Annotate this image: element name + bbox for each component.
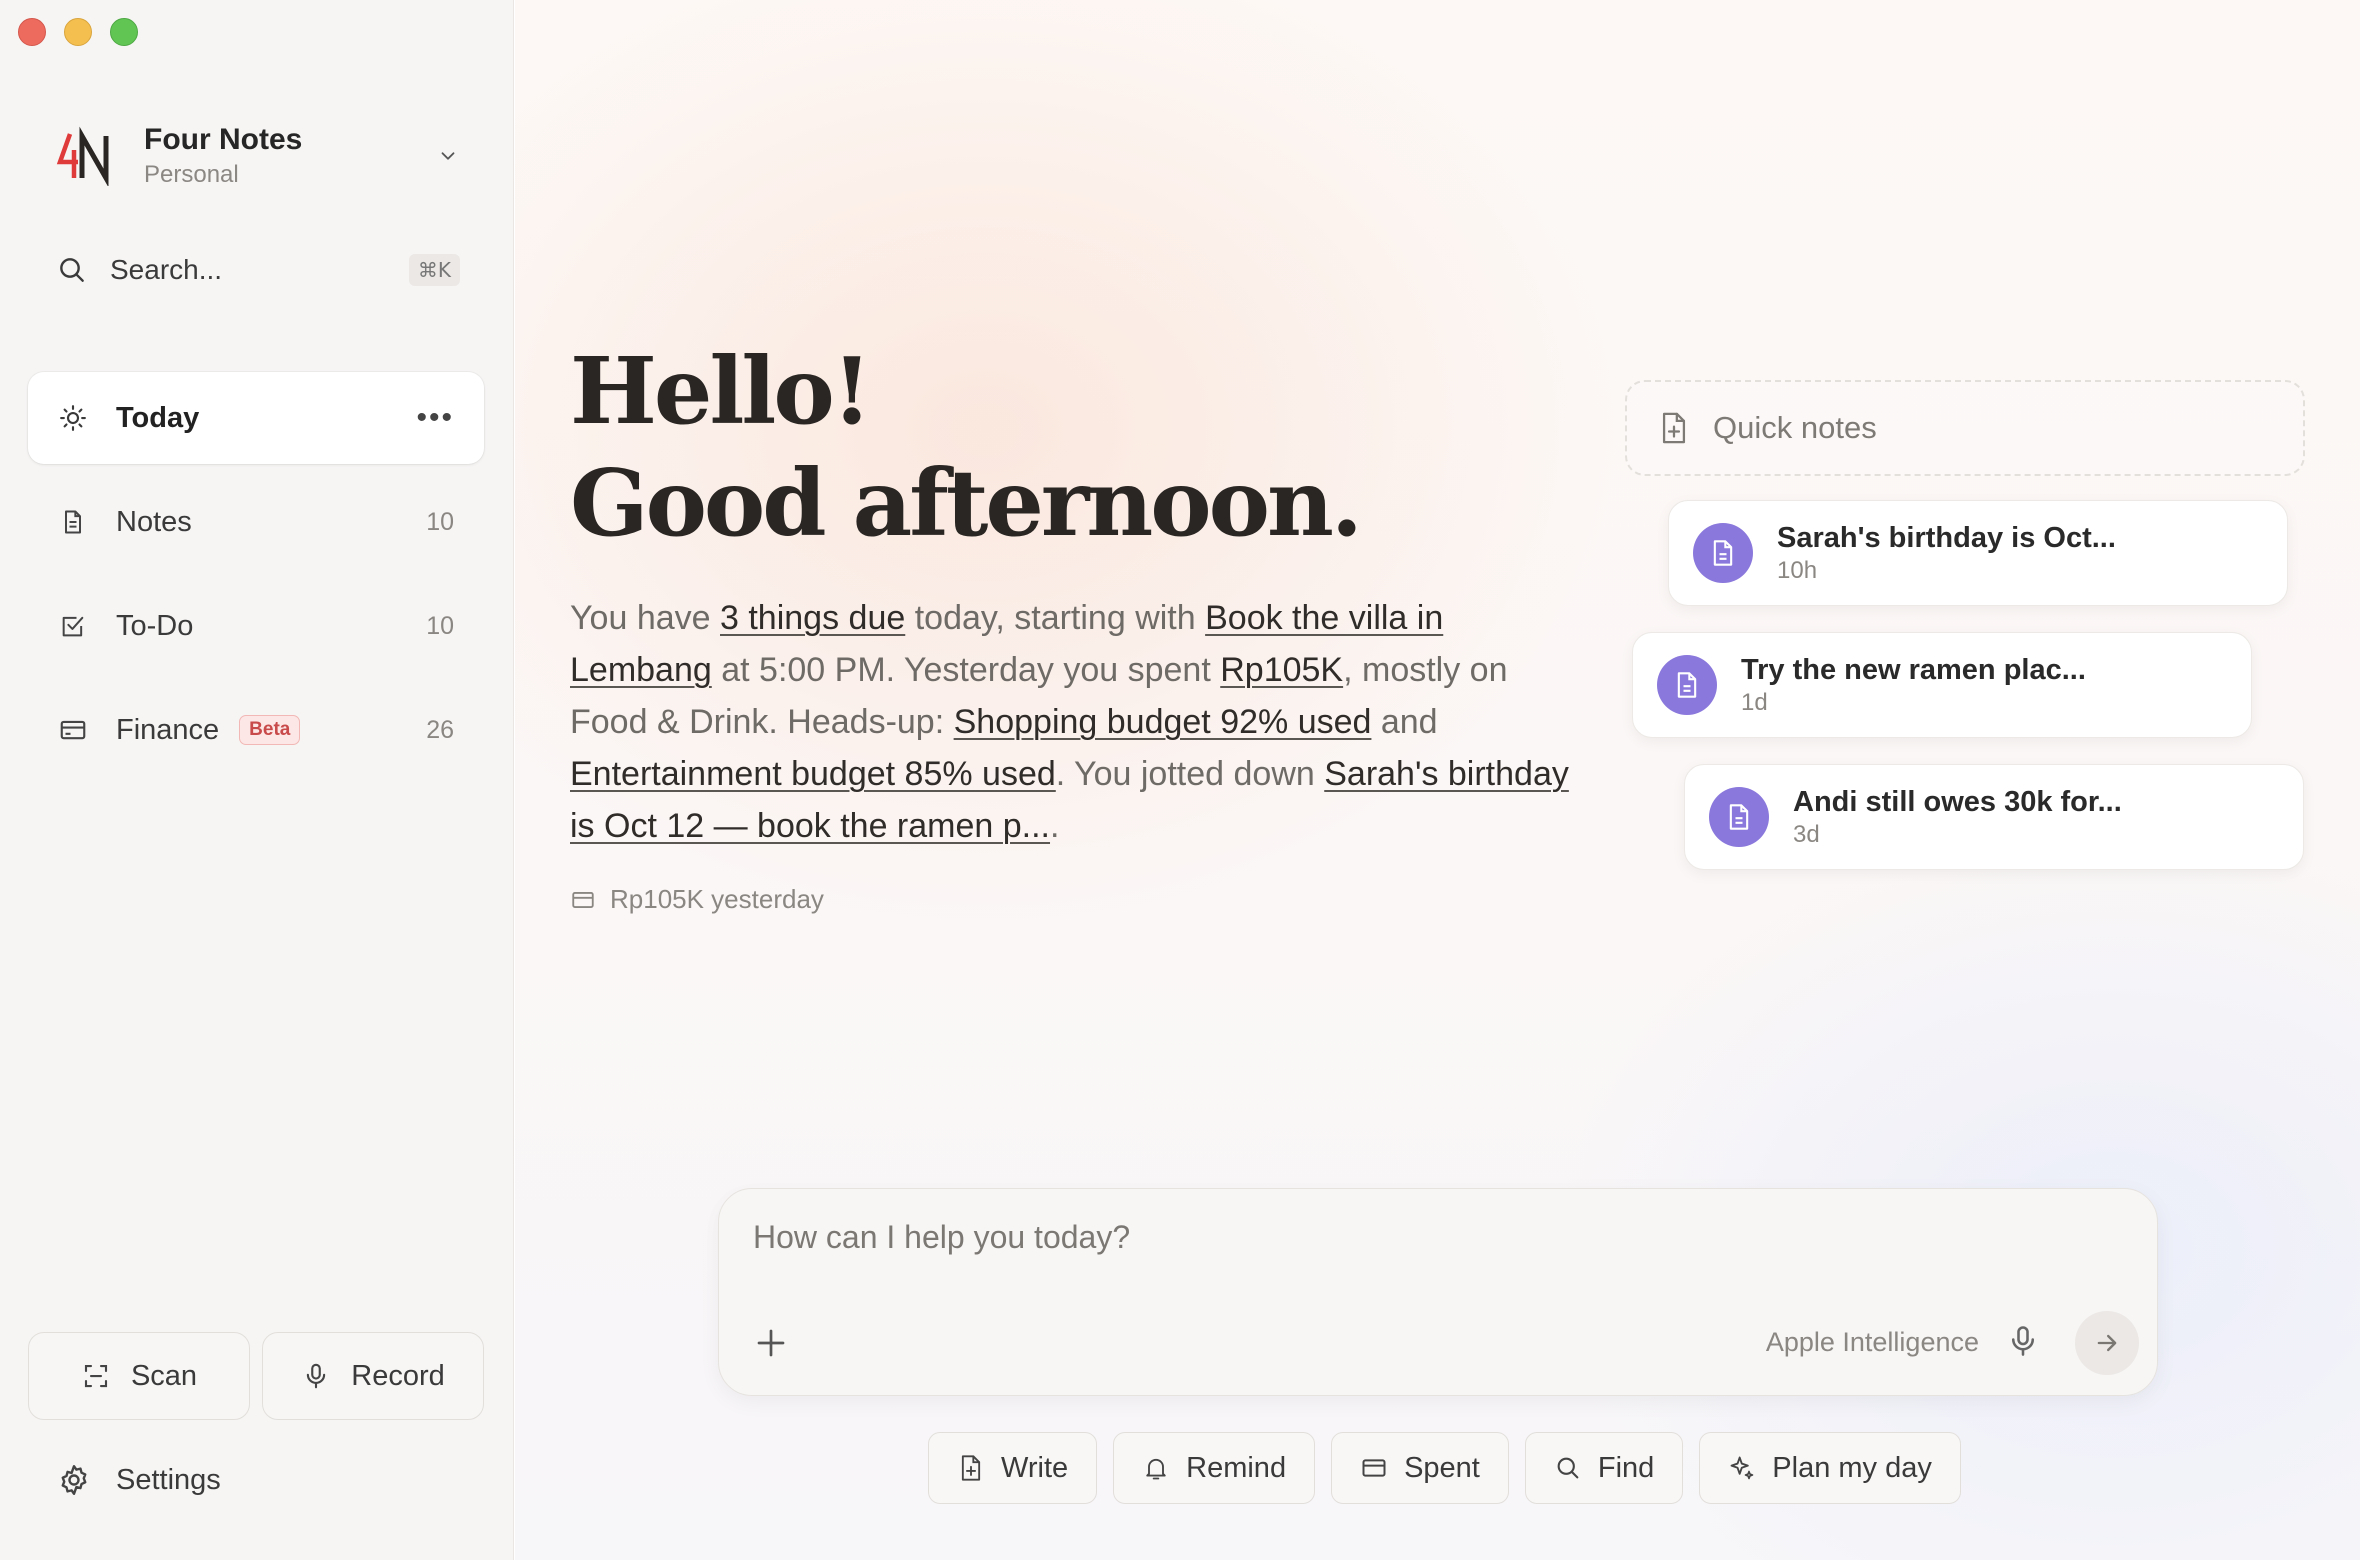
quick-note-card[interactable]: Sarah's birthday is Oct... 10h <box>1668 500 2288 606</box>
composer-input[interactable]: How can I help you today? <box>753 1219 1130 1256</box>
app-logo <box>56 126 116 188</box>
more-options-icon[interactable]: ••• <box>416 403 454 433</box>
note-age: 3d <box>1793 821 1820 848</box>
note-document-icon <box>1709 787 1769 847</box>
bell-icon <box>1146 1458 1166 1480</box>
scan-icon <box>84 1364 107 1388</box>
gear-icon <box>61 1465 87 1495</box>
sidebar-item-label: Finance <box>116 713 220 746</box>
quick-note-card[interactable]: Try the new ramen plac... 1d <box>1632 632 2252 738</box>
chip-label: Plan my day <box>1772 1451 1932 1484</box>
microphone-icon[interactable] <box>2005 1323 2041 1359</box>
quick-notes-button[interactable]: Quick notes <box>1625 380 2305 476</box>
card-icon <box>1362 1459 1386 1477</box>
chevron-down-icon[interactable] <box>430 138 466 174</box>
remind-chip[interactable]: Remind <box>1113 1432 1316 1504</box>
find-chip[interactable]: Find <box>1524 1432 1684 1504</box>
beta-badge: Beta <box>239 715 301 745</box>
note-document-icon <box>1693 523 1753 583</box>
greeting-line-1: Hello! <box>570 337 872 445</box>
workspace-name: Four Notes <box>144 123 303 156</box>
summary-text: You have <box>570 599 720 637</box>
note-title: Sarah's birthday is Oct... <box>1777 522 2116 554</box>
scan-label: Scan <box>130 1359 198 1392</box>
new-note-icon <box>961 1455 981 1481</box>
note-title: Try the new ramen plac... <box>1741 654 2086 686</box>
chip-label: Spent <box>1404 1451 1480 1484</box>
chip-label: Write <box>1001 1451 1069 1484</box>
link-entertainment-budget[interactable]: Entertainment budget 85% used <box>570 755 1056 793</box>
note-document-icon <box>1657 655 1717 715</box>
settings-label: Settings <box>116 1463 221 1496</box>
sidebar: Four Notes Personal Search... ⌘K Today •… <box>0 0 514 1560</box>
summary-text: and <box>1371 703 1438 741</box>
checkbox-icon <box>56 609 90 643</box>
link-things-due[interactable]: 3 things due <box>720 599 905 637</box>
link-shopping-budget[interactable]: Shopping budget 92% used <box>954 703 1372 741</box>
scan-button[interactable]: Scan <box>28 1332 250 1420</box>
zoom-window-button[interactable] <box>110 18 138 46</box>
plan-my-day-chip[interactable]: Plan my day <box>1699 1432 1961 1504</box>
search-shortcut: ⌘K <box>408 254 460 286</box>
write-chip[interactable]: Write <box>928 1432 1098 1504</box>
card-icon <box>572 891 594 908</box>
sidebar-item-notes[interactable]: Notes 10 <box>28 476 484 568</box>
quick-note-card[interactable]: Andi still owes 30k for... 3d <box>1684 764 2304 870</box>
sidebar-item-finance[interactable]: Finance Beta 26 <box>28 684 484 776</box>
link-spent-amount[interactable]: Rp105K <box>1220 651 1343 689</box>
notes-count: 10 <box>426 507 454 536</box>
settings-button[interactable]: Settings <box>56 1462 221 1498</box>
sidebar-item-label: To-Do <box>116 609 194 642</box>
record-label: Record <box>351 1359 445 1392</box>
chip-label: Remind <box>1186 1451 1287 1484</box>
greeting-line-2: Good afternoon. <box>570 449 1363 557</box>
chip-label: Find <box>1597 1451 1655 1484</box>
workspace-subtitle: Personal <box>144 161 239 188</box>
spent-meta: Rp105K yesterday <box>570 884 824 915</box>
summary-text: . You jotted down <box>1055 755 1325 793</box>
model-selector[interactable]: Apple Intelligence <box>1766 1327 1979 1358</box>
document-icon <box>56 505 90 539</box>
daily-summary: You have 3 things due today, starting wi… <box>570 592 1570 852</box>
assistant-composer: How can I help you today? Apple Intellig… <box>718 1188 2158 1396</box>
todo-count: 10 <box>426 611 454 640</box>
summary-text: at 5:00 PM. Yesterday you spent <box>711 651 1221 689</box>
microphone-icon <box>307 1363 326 1389</box>
note-age: 10h <box>1777 557 1818 584</box>
add-attachment-icon[interactable] <box>753 1325 789 1361</box>
record-button[interactable]: Record <box>262 1332 484 1420</box>
sidebar-search[interactable]: Search... ⌘K <box>56 246 460 294</box>
note-title: Andi still owes 30k for... <box>1793 786 2122 818</box>
quick-notes-label: Quick notes <box>1713 410 1877 445</box>
spent-chip[interactable]: Spent <box>1331 1432 1509 1504</box>
window-controls <box>18 18 138 46</box>
sidebar-item-today[interactable]: Today ••• <box>28 372 484 464</box>
card-icon <box>56 713 90 747</box>
search-placeholder: Search... <box>110 254 223 285</box>
search-icon <box>1557 1457 1579 1479</box>
greeting-heading: Hello! Good afternoon. <box>570 335 1363 559</box>
arrow-right-icon <box>2097 1334 2117 1352</box>
minimize-window-button[interactable] <box>64 18 92 46</box>
sun-icon <box>56 401 90 435</box>
sidebar-item-todo[interactable]: To-Do 10 <box>28 580 484 672</box>
search-icon <box>60 258 84 282</box>
note-age: 1d <box>1741 689 1768 716</box>
sidebar-item-label: Notes <box>116 505 192 538</box>
send-button[interactable] <box>2075 1311 2139 1375</box>
new-note-icon <box>1662 412 1686 444</box>
finance-count: 26 <box>426 715 454 744</box>
summary-text: . <box>1050 807 1060 845</box>
sidebar-item-label: Today <box>116 401 200 434</box>
close-window-button[interactable] <box>18 18 46 46</box>
workspace-switcher[interactable]: Four Notes Personal <box>56 118 466 194</box>
summary-text: today, starting with <box>905 599 1206 637</box>
sparkle-icon <box>1730 1456 1754 1480</box>
main-content: Hello! Good afternoon. You have 3 things… <box>515 0 2360 1560</box>
suggestion-chips: Write Remind Spent Find Plan my day <box>928 1432 1961 1504</box>
spent-meta-label: Rp105K yesterday <box>610 884 824 914</box>
